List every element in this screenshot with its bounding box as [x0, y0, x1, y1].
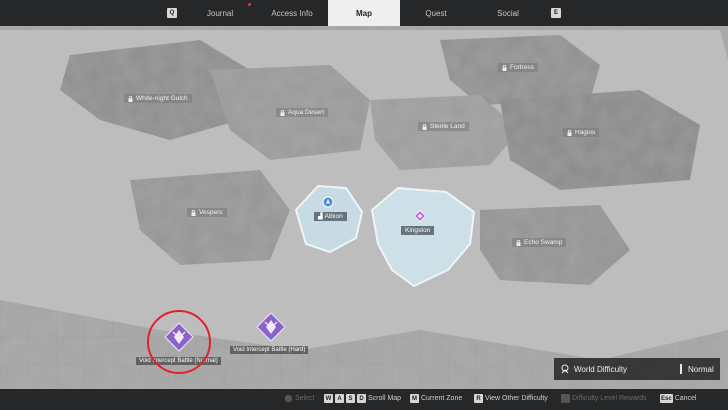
region-name: Aqua Desert — [288, 109, 325, 116]
region-label-sterile-land[interactable]: Sterile Land — [418, 122, 469, 131]
tab-label: Social — [497, 8, 519, 18]
lock-icon — [502, 64, 507, 71]
region-label-vespers[interactable]: Vespers — [187, 208, 227, 217]
region-label-echo-swamp[interactable]: Echo Swamp — [512, 238, 567, 247]
lock-icon — [567, 129, 572, 136]
highlight-circle — [147, 310, 211, 374]
hint-label: Select — [295, 395, 315, 402]
world-difficulty-level: Normal — [688, 364, 714, 374]
prev-tab-key[interactable]: Q — [167, 8, 177, 18]
key-s: S — [346, 394, 355, 403]
tab-map[interactable]: Map — [328, 0, 400, 26]
key-esc: Esc — [660, 394, 673, 403]
key-r: R — [474, 394, 483, 403]
hint-scroll-map[interactable]: W A S D Scroll Map — [324, 394, 401, 403]
battle-label-hard[interactable]: Void Intercept Battle (Hard) — [230, 346, 309, 354]
key-m: M — [410, 394, 419, 403]
hint-label: Difficulty Level Rewards — [572, 395, 647, 402]
region-name: White-night Gulch — [136, 95, 188, 102]
lock-icon — [191, 209, 196, 216]
bottom-hint-bar: Select W A S D Scroll Map M Current Zone… — [0, 389, 728, 410]
albion-pin-icon[interactable] — [322, 196, 334, 208]
key-a: A — [335, 394, 344, 403]
void-battle-hard-icon[interactable] — [256, 312, 286, 342]
key-rewards — [561, 394, 570, 403]
region-name: Vespers — [199, 209, 223, 216]
map-terrain — [0, 0, 728, 410]
tab-label: Access Info — [271, 8, 313, 18]
city-name: Albion — [324, 213, 343, 220]
tab-access-info[interactable]: Access Info — [262, 0, 322, 26]
hint-difficulty-rewards[interactable]: Difficulty Level Rewards — [561, 394, 647, 403]
world-difficulty-icon — [561, 364, 569, 374]
lock-icon — [128, 95, 133, 102]
hint-select[interactable]: Select — [284, 394, 314, 403]
key-w: W — [324, 394, 333, 403]
world-difficulty-panel[interactable]: World Difficulty Normal — [554, 358, 720, 380]
hint-view-other-difficulty[interactable]: R View Other Difficulty — [474, 394, 548, 403]
region-label-hagios[interactable]: Hagios — [563, 128, 600, 137]
hint-label: Cancel — [674, 395, 697, 402]
city-label-albion[interactable]: ▟ Albion — [314, 212, 347, 221]
tab-quest[interactable]: Quest — [408, 0, 464, 26]
region-name: Echo Swamp — [524, 239, 563, 246]
city-name: Kingston — [405, 227, 431, 234]
region-label-aqua-desert[interactable]: Aqua Desert — [276, 108, 329, 117]
notification-dot — [248, 3, 251, 6]
world-map[interactable]: White-night Gulch Aqua Desert Fortress S… — [0, 0, 728, 410]
divider — [680, 364, 682, 374]
lock-icon — [422, 123, 427, 130]
hint-label: Scroll Map — [368, 395, 402, 402]
region-label-white-night-gulch[interactable]: White-night Gulch — [124, 94, 192, 103]
world-difficulty-label: World Difficulty — [574, 364, 628, 374]
tab-label: Journal — [206, 8, 234, 18]
tab-label: Quest — [425, 8, 447, 18]
kingston-pin-icon[interactable] — [414, 210, 426, 222]
region-label-fortress[interactable]: Fortress — [498, 63, 538, 72]
top-nav-bar: Q Journal Access Info Map Quest Social E — [0, 0, 728, 26]
city-icon: ▟ — [318, 214, 323, 220]
hint-label: View Other Difficulty — [485, 395, 548, 402]
tab-journal[interactable]: Journal — [190, 0, 250, 26]
key-d: D — [357, 394, 366, 403]
tab-label: Map — [356, 8, 372, 18]
region-name: Fortress — [510, 64, 534, 71]
next-tab-key[interactable]: E — [551, 8, 561, 18]
gamepad-stick-icon — [284, 394, 293, 403]
lock-icon — [516, 239, 521, 246]
hint-cancel[interactable]: Esc Cancel — [660, 394, 696, 403]
city-label-kingston[interactable]: Kingston — [401, 226, 435, 235]
lock-icon — [280, 109, 285, 116]
hint-current-zone[interactable]: M Current Zone — [410, 394, 462, 403]
region-name: Sterile Land — [430, 123, 465, 130]
region-name: Hagios — [575, 129, 596, 136]
tab-social[interactable]: Social — [480, 0, 536, 26]
hint-label: Current Zone — [421, 395, 463, 402]
